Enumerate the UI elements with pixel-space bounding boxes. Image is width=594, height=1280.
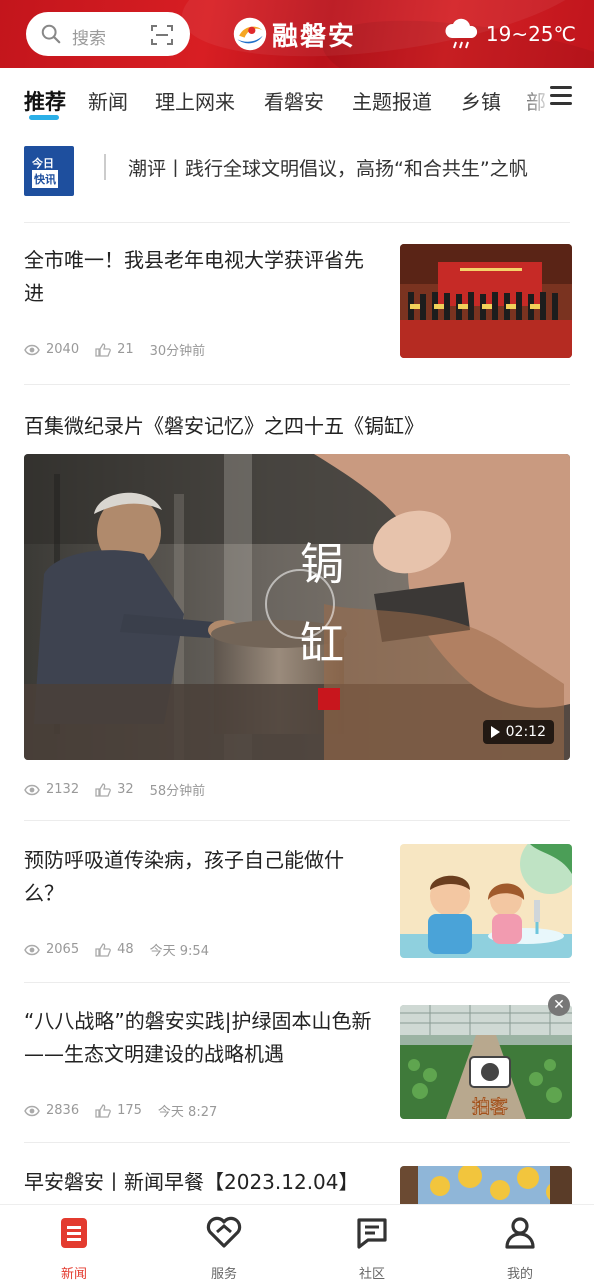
divider [24,982,570,983]
article-item[interactable]: 预防呼吸道传染病，孩子自己能做什么？ 2065 48 今天 9:54 [24,844,572,960]
eye-icon [24,784,40,795]
thumbs-up-icon [95,942,111,957]
video-duration: 02:12 [482,720,554,744]
view-count: 2836 [46,1103,80,1118]
video-overlay-char: 锔 [300,539,344,590]
eye-icon [24,344,40,355]
publish-time: 58分钟前 [149,784,206,799]
view-count: 2065 [46,942,80,957]
eye-icon [24,1105,40,1116]
chat-icon [357,1218,387,1249]
article-thumbnail [400,244,572,358]
eye-icon [24,944,40,955]
view-count: 2132 [46,782,80,797]
brand-name: 融磐安 [272,21,357,52]
nav-label: 社区 [358,1267,385,1280]
nav-profile[interactable]: 我的 [480,1213,560,1280]
flash-news[interactable]: 今日 快讯 潮评丨践行全球文明倡议，高扬“和合共生”之帆 [24,146,572,198]
like-count: 21 [117,342,134,357]
search-placeholder: 搜索 [72,29,106,49]
search-icon [41,24,61,44]
divider [24,222,570,223]
nav-label: 新闻 [60,1267,87,1280]
like-count: 175 [117,1103,142,1118]
nav-services[interactable]: 服务 [184,1213,264,1280]
publish-time: 今天 8:27 [157,1105,218,1120]
tab-lishang[interactable]: 理上网来 [155,86,235,115]
top-header: 搜索 融磐安 19~25℃ [0,0,594,68]
thumbs-up-icon [95,342,111,357]
article-title: 预防呼吸道传染病，孩子自己能做什么？ [24,848,344,905]
user-icon [505,1217,535,1249]
heart-handshake-icon [206,1216,242,1248]
like-count: 48 [117,942,134,957]
scan-icon[interactable] [150,23,174,47]
divider [24,820,570,821]
nav-label: 服务 [210,1267,237,1280]
thumbnail-label: 拍客 [472,1097,508,1118]
publish-time: 30分钟前 [149,344,206,359]
weather-temperature: 19~25℃ [485,22,576,46]
article-thumbnail [400,844,572,958]
divider [24,384,570,385]
badge-line2: 快讯 [32,170,58,188]
tab-recommend[interactable]: 推荐 [24,86,66,116]
brand-logo-icon [233,17,267,51]
nav-news[interactable]: 新闻 [34,1213,114,1280]
article-meta: 2132 32 58分钟前 [24,780,205,799]
article-item[interactable]: 全市唯一！我县老年电视大学获评省先进 2040 21 30分钟前 [24,244,572,360]
publish-time: 今天 9:54 [149,944,209,959]
video-article-title[interactable]: 百集微纪录片《磐安记忆》之四十五《锔缸》 [24,410,424,439]
article-meta: 2836 175 今天 8:27 [24,1101,217,1120]
channel-tabs: 推荐 新闻 理上网来 看磐安 主题报道 乡镇 部 [0,68,594,128]
news-icon [61,1218,87,1248]
search-box[interactable]: 搜索 [26,12,190,56]
thumbs-up-icon [95,782,111,797]
article-title: “八八战略”的磐安实践|护绿固本山色新 ——生态文明建设的战略机遇 [24,1009,372,1066]
article-thumbnail: 拍客 [400,1005,572,1119]
article-title: 全市唯一！我县老年电视大学获评省先进 [24,248,364,305]
tab-kanpanan[interactable]: 看磐安 [264,86,324,115]
article-meta: 2065 48 今天 9:54 [24,940,209,959]
tab-news[interactable]: 新闻 [88,86,128,115]
brand: 融磐安 [232,14,356,54]
badge-line1: 今日 [32,157,54,170]
active-tab-indicator [29,115,59,120]
nav-label: 我的 [506,1267,533,1280]
article-thumbnail [400,1166,572,1204]
divider [24,1142,570,1143]
article-title: 早安磐安丨新闻早餐【2023.12.04】 [24,1170,359,1194]
thumbs-up-icon [95,1103,111,1118]
play-icon [490,726,500,738]
video-overlay-char: 缸 [300,619,344,670]
tab-theme[interactable]: 主题报道 [352,86,432,115]
article-item[interactable]: “八八战略”的磐安实践|护绿固本山色新 ——生态文明建设的战略机遇 拍客 283… [24,1005,572,1121]
flash-separator [104,154,106,180]
cloud-rain-icon [445,18,477,49]
menu-icon[interactable] [550,86,572,106]
tab-towns[interactable]: 乡镇 [461,86,501,115]
nav-community[interactable]: 社区 [332,1213,412,1280]
article-item[interactable]: 早安磐安丨新闻早餐【2023.12.04】 [24,1166,572,1204]
bottom-navigation: 新闻 服务 社区 我的 [0,1204,594,1280]
video-thumbnail[interactable]: 锔 缸 02:12 [24,454,570,760]
duration-text: 02:12 [505,724,546,740]
flash-news-badge: 今日 快讯 [24,146,74,196]
article-meta: 2040 21 30分钟前 [24,340,205,359]
like-count: 32 [117,782,134,797]
weather-widget[interactable]: 19~25℃ [442,16,576,52]
close-icon[interactable]: ✕ [548,994,570,1016]
flash-news-text: 潮评丨践行全球文明倡议，高扬“和合共生”之帆 [128,158,528,180]
view-count: 2040 [46,342,80,357]
